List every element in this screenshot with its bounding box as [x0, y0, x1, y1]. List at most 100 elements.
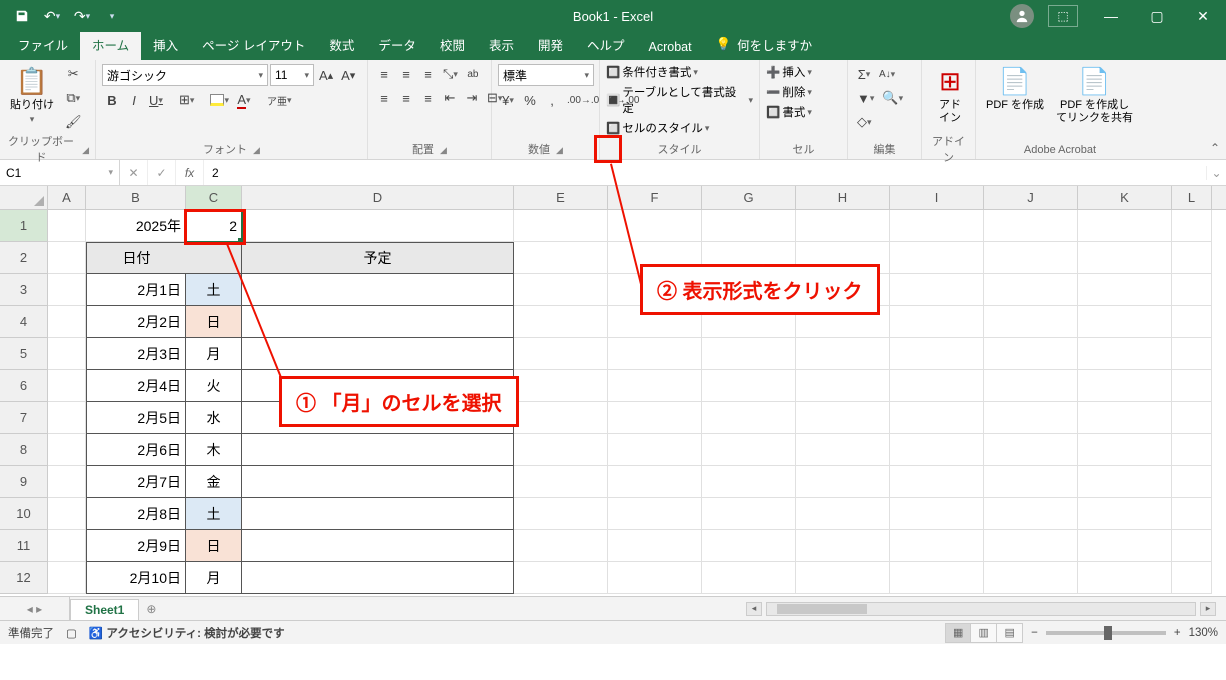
- cell[interactable]: [514, 498, 608, 530]
- cell[interactable]: [1078, 466, 1172, 498]
- cell[interactable]: [1078, 434, 1172, 466]
- cell[interactable]: [608, 530, 702, 562]
- cell[interactable]: [1172, 434, 1212, 466]
- cell[interactable]: [48, 338, 86, 370]
- cell[interactable]: [890, 434, 984, 466]
- cell[interactable]: [48, 242, 86, 274]
- number-launcher-icon[interactable]: ◢: [556, 142, 563, 158]
- cell[interactable]: 月: [186, 562, 242, 594]
- conditional-formatting-button[interactable]: 🔲 条件付き書式 ▾: [606, 64, 698, 80]
- cell[interactable]: [1172, 274, 1212, 306]
- increase-font-icon[interactable]: A▴: [316, 65, 336, 85]
- tab-file[interactable]: ファイル: [6, 29, 80, 60]
- sort-filter-icon[interactable]: A↓▾: [876, 64, 898, 84]
- copy-icon[interactable]: ⧉▾: [62, 88, 85, 108]
- cell[interactable]: [890, 530, 984, 562]
- cell[interactable]: [984, 306, 1078, 338]
- number-format-combo[interactable]: 標準▾: [498, 64, 594, 86]
- cell[interactable]: [702, 562, 796, 594]
- sheet-tab-sheet1[interactable]: Sheet1: [70, 599, 139, 620]
- cell[interactable]: [984, 466, 1078, 498]
- row-header[interactable]: 1: [0, 210, 48, 242]
- cell[interactable]: [1172, 562, 1212, 594]
- cell[interactable]: 日: [186, 306, 242, 338]
- italic-button[interactable]: I: [124, 90, 144, 110]
- format-as-table-button[interactable]: 🔳 テーブルとして書式設定 ▾: [606, 84, 753, 116]
- cell[interactable]: 2月7日: [86, 466, 186, 498]
- tab-page-layout[interactable]: ページ レイアウト: [190, 29, 317, 60]
- cell[interactable]: [1078, 210, 1172, 242]
- decrease-font-icon[interactable]: A▾: [338, 65, 358, 85]
- cell[interactable]: [702, 466, 796, 498]
- cut-icon[interactable]: ✂: [62, 64, 85, 84]
- collapse-ribbon-icon[interactable]: ⌃: [1210, 141, 1220, 155]
- cell[interactable]: [890, 210, 984, 242]
- percent-icon[interactable]: %: [520, 90, 540, 110]
- col-header-j[interactable]: J: [984, 186, 1078, 209]
- cell[interactable]: [514, 562, 608, 594]
- cell[interactable]: [1078, 306, 1172, 338]
- cell[interactable]: [796, 402, 890, 434]
- row-header[interactable]: 7: [0, 402, 48, 434]
- font-size-combo[interactable]: 11▾: [270, 64, 314, 86]
- cell[interactable]: [702, 402, 796, 434]
- cell[interactable]: 2月1日: [86, 274, 186, 306]
- cell[interactable]: [890, 498, 984, 530]
- align-bottom-icon[interactable]: ≡: [418, 64, 438, 84]
- cell[interactable]: [48, 562, 86, 594]
- cell[interactable]: 火: [186, 370, 242, 402]
- maximize-button[interactable]: ▢: [1134, 0, 1180, 32]
- cell[interactable]: [48, 434, 86, 466]
- zoom-level[interactable]: 130%: [1189, 627, 1218, 639]
- align-left-icon[interactable]: ≡: [374, 88, 394, 108]
- cell[interactable]: [890, 274, 984, 306]
- tab-data[interactable]: データ: [366, 29, 428, 60]
- wrap-text-icon[interactable]: ab: [463, 64, 483, 84]
- cell[interactable]: [608, 562, 702, 594]
- cell[interactable]: [702, 338, 796, 370]
- cell[interactable]: [1172, 466, 1212, 498]
- cell[interactable]: [1078, 498, 1172, 530]
- minimize-button[interactable]: —: [1088, 0, 1134, 32]
- col-header-g[interactable]: G: [702, 186, 796, 209]
- row-header[interactable]: 2: [0, 242, 48, 274]
- cell[interactable]: [608, 498, 702, 530]
- tab-review[interactable]: 校閲: [428, 29, 477, 60]
- cell[interactable]: 2月10日: [86, 562, 186, 594]
- cell[interactable]: [514, 338, 608, 370]
- align-middle-icon[interactable]: ≡: [396, 64, 416, 84]
- normal-view-icon[interactable]: ▦: [945, 623, 971, 643]
- cell[interactable]: 水: [186, 402, 242, 434]
- cell[interactable]: [890, 402, 984, 434]
- row-header[interactable]: 6: [0, 370, 48, 402]
- cell[interactable]: [796, 498, 890, 530]
- tab-developer[interactable]: 開発: [526, 29, 575, 60]
- cell[interactable]: [48, 498, 86, 530]
- add-sheet-icon[interactable]: ⊕: [139, 602, 163, 616]
- tab-formulas[interactable]: 数式: [317, 29, 366, 60]
- cell[interactable]: [796, 210, 890, 242]
- cell[interactable]: [1078, 402, 1172, 434]
- cell[interactable]: [514, 466, 608, 498]
- cell[interactable]: [1172, 530, 1212, 562]
- paste-button[interactable]: 📋 貼り付け ▾: [6, 64, 58, 127]
- zoom-in-icon[interactable]: +: [1174, 627, 1181, 639]
- cell[interactable]: [608, 338, 702, 370]
- cell[interactable]: [890, 242, 984, 274]
- cell[interactable]: [984, 210, 1078, 242]
- save-icon[interactable]: [8, 2, 36, 30]
- cell[interactable]: [242, 338, 514, 370]
- page-layout-view-icon[interactable]: ▥: [971, 623, 997, 643]
- cell[interactable]: [702, 210, 796, 242]
- font-name-combo[interactable]: 游ゴシック▾: [102, 64, 268, 86]
- col-header-h[interactable]: H: [796, 186, 890, 209]
- cell[interactable]: [514, 530, 608, 562]
- orientation-icon[interactable]: ⤡▾: [440, 64, 461, 84]
- cell[interactable]: [984, 434, 1078, 466]
- cell[interactable]: [242, 306, 514, 338]
- row-header[interactable]: 12: [0, 562, 48, 594]
- cell[interactable]: 2: [186, 210, 242, 242]
- cell[interactable]: [796, 370, 890, 402]
- cell[interactable]: [514, 274, 608, 306]
- cell-styles-button[interactable]: 🔲 セルのスタイル ▾: [606, 120, 709, 136]
